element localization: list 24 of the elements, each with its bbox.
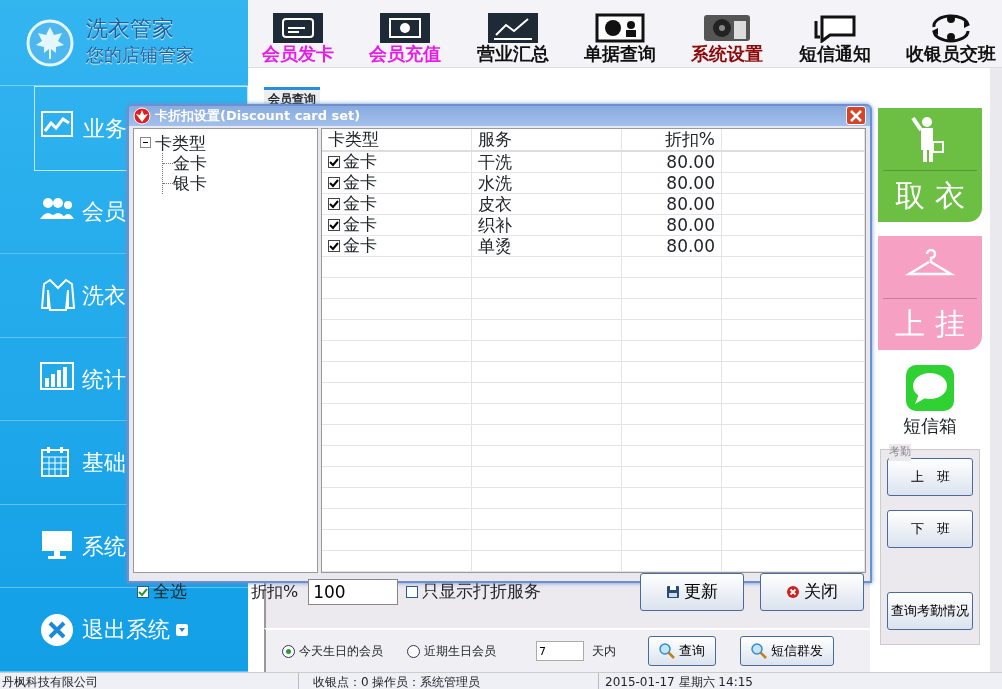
table-cell: 金卡 (343, 214, 377, 235)
table-cell: 80.00 (622, 235, 722, 256)
status-text: 2015-01-17 星期六 14:15 (598, 673, 753, 689)
table-cell: 80.00 (622, 172, 722, 193)
table-cell: 金卡 (343, 172, 377, 193)
table-cell: 80.00 (622, 214, 722, 235)
dialog-title: 卡折扣设置(Discount card set) (155, 107, 361, 125)
days-unit-label: 天内 (592, 643, 616, 660)
group-title: 考勤 (889, 444, 911, 461)
table-cell: 金卡 (343, 235, 377, 256)
discount-label: 折扣% (251, 580, 299, 603)
table-cell: 织补 (472, 214, 622, 235)
app-subtitle: 您的店铺管家 (86, 43, 194, 68)
table-cell: 80.00 (622, 151, 722, 172)
table-cell: 金卡 (343, 151, 377, 172)
table-cell: 干洗 (472, 151, 622, 172)
table-cell: 皮衣 (472, 193, 622, 214)
table-cell: 水洗 (472, 172, 622, 193)
table-cell: 单烫 (472, 235, 622, 256)
table-cell: 80.00 (622, 193, 722, 214)
app-title: 洗衣管家 (86, 16, 175, 42)
table-cell: 金卡 (343, 193, 377, 214)
status-text: 丹枫科技有限公司 (1, 674, 99, 689)
status-text: 收银点：0 操作员：系统管理员 (298, 673, 598, 689)
